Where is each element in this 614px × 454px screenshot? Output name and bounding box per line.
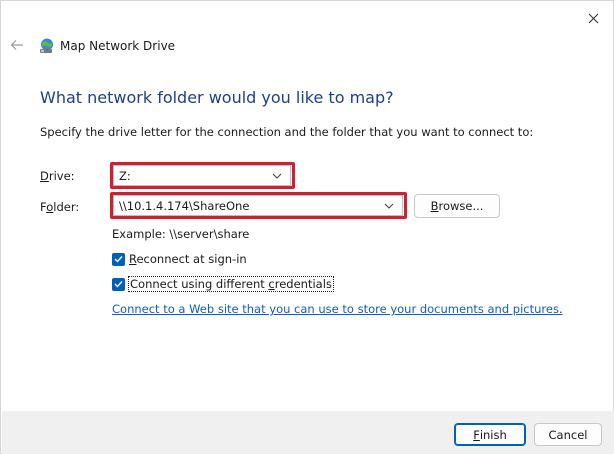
drive-select[interactable]: Z: (113, 165, 291, 186)
close-icon (588, 13, 598, 23)
back-button[interactable] (7, 35, 27, 55)
window-title: Map Network Drive (60, 39, 176, 53)
instruction-text: Specify the drive letter for the connect… (40, 125, 534, 139)
cancel-button[interactable]: Cancel (534, 423, 602, 446)
browse-button[interactable]: Browse... (414, 194, 500, 218)
reconnect-checkbox[interactable]: Reconnect at sign-in (112, 252, 247, 266)
different-credentials-checkbox[interactable]: Connect using different credentials (112, 276, 334, 292)
back-arrow-icon (10, 40, 23, 50)
close-button[interactable] (579, 7, 607, 29)
drive-select-value: Z: (119, 168, 131, 183)
reconnect-label: Reconnect at sign-in (129, 252, 247, 266)
checkbox-checked-icon (112, 252, 125, 266)
web-site-link[interactable]: Connect to a Web site that you can use t… (112, 302, 563, 316)
folder-combobox-value: \\10.1.4.174\ShareOne (119, 198, 250, 213)
drive-label: Drive: (40, 169, 75, 183)
checkbox-checked-icon (112, 277, 125, 291)
folder-combobox[interactable]: \\10.1.4.174\ShareOne (113, 195, 403, 216)
page-heading: What network folder would you like to ma… (40, 88, 394, 107)
example-text: Example: \\server\share (112, 227, 250, 241)
map-network-drive-dialog: Map Network Drive What network folder wo… (0, 0, 614, 454)
network-drive-icon (40, 38, 53, 53)
credentials-label: Connect using different credentials (128, 276, 334, 292)
chevron-down-icon (384, 203, 394, 209)
folder-label: Folder: (40, 200, 80, 214)
finish-button[interactable]: Finish (454, 423, 526, 446)
chevron-down-icon (272, 173, 282, 179)
